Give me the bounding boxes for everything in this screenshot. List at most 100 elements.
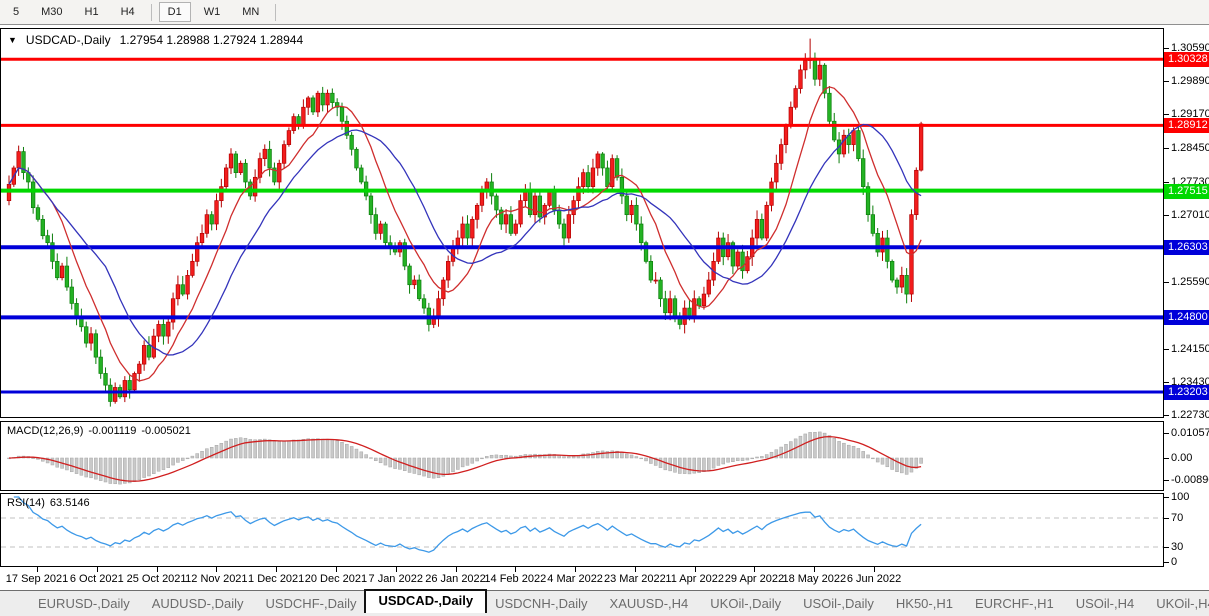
timeframe-button-h1[interactable]: H1 <box>76 2 108 22</box>
date-tick-mark <box>216 567 217 572</box>
date-label: 20 Dec 2021 <box>305 573 367 585</box>
date-label: 23 Mar 2022 <box>604 573 666 585</box>
rsi-line <box>14 497 921 552</box>
timeframe-button-w1[interactable]: W1 <box>195 2 230 22</box>
tab-usdchf-daily[interactable]: USDCHF-,Daily <box>257 596 364 611</box>
macd-tick-mark <box>1164 458 1169 459</box>
rsi-value: 63.5146 <box>50 497 90 509</box>
date-tick-mark <box>575 567 576 572</box>
date-label: 4 Mar 2022 <box>547 573 603 585</box>
date-tick-mark <box>396 567 397 572</box>
date-tick-mark <box>456 567 457 572</box>
macd-tick-label: -0.00896 <box>1171 474 1209 486</box>
price-tick-label: 1.27010 <box>1171 209 1209 221</box>
date-tick-mark <box>814 567 815 572</box>
candles-layer <box>7 39 923 407</box>
tab-usdcnh-daily[interactable]: USDCNH-,Daily <box>487 596 595 611</box>
rsi-tick-label: 0 <box>1171 556 1177 568</box>
price-tick-label: 1.24150 <box>1171 343 1209 355</box>
tab-usdcad-daily[interactable]: USDCAD-,Daily <box>364 589 487 613</box>
level-badge-1.28912: 1.28912 <box>1164 118 1209 133</box>
date-label: 18 May 2022 <box>782 573 846 585</box>
date-tick-mark <box>97 567 98 572</box>
level-badge-1.27515: 1.27515 <box>1164 184 1209 199</box>
date-label: 12 Nov 2021 <box>185 573 247 585</box>
price-tick-mark <box>1164 114 1169 115</box>
tab-xauusd-h4[interactable]: XAUUSD-,H4 <box>602 596 697 611</box>
macd-main-value: -0.001119 <box>88 425 136 437</box>
tab-ukoil-h4[interactable]: UKOil-,H4 <box>1148 596 1209 611</box>
rsi-tick-label: 70 <box>1171 512 1183 524</box>
tab-hk50-h1[interactable]: HK50-,H1 <box>888 596 961 611</box>
chart-symbol-label: USDCAD-,Daily <box>26 33 111 47</box>
date-tick-mark <box>695 567 696 572</box>
price-tick-mark <box>1164 415 1169 416</box>
chart-window: ▼ USDCAD-,Daily 1.27954 1.28988 1.27924 … <box>0 26 1209 590</box>
toolbar-separator <box>275 4 276 21</box>
tab-audusd-daily[interactable]: AUDUSD-,Daily <box>144 596 252 611</box>
price-tick-mark <box>1164 282 1169 283</box>
price-tick-mark <box>1164 182 1169 183</box>
price-tick-label: 1.22730 <box>1171 409 1209 421</box>
rsi-tick-label: 30 <box>1171 541 1183 553</box>
time-axis[interactable]: 17 Sep 20216 Oct 202125 Oct 202112 Nov 2… <box>0 566 1164 590</box>
ma-slow-line <box>9 125 921 356</box>
date-label: 11 Apr 2022 <box>665 573 724 585</box>
tab-eurusd-daily[interactable]: EURUSD-,Daily <box>30 596 138 611</box>
price-tick-mark <box>1164 349 1169 350</box>
date-label: 1 Dec 2021 <box>248 573 304 585</box>
macd-name: MACD(12,26,9) <box>7 425 83 437</box>
date-label: 26 Jan 2022 <box>425 573 486 585</box>
main-price-pane[interactable]: ▼ USDCAD-,Daily 1.27954 1.28988 1.27924 … <box>0 28 1164 418</box>
date-label: 17 Sep 2021 <box>6 573 68 585</box>
date-tick-mark <box>276 567 277 572</box>
timeframe-button-m30[interactable]: M30 <box>32 2 71 22</box>
rsi-tick-mark <box>1164 518 1169 519</box>
chart-title: ▼ USDCAD-,Daily 1.27954 1.28988 1.27924 … <box>8 33 303 47</box>
tab-usoil-daily[interactable]: USOil-,Daily <box>795 596 882 611</box>
price-axis[interactable]: 1.305901.298901.291701.284501.277301.270… <box>1164 26 1209 590</box>
date-tick-mark <box>874 567 875 572</box>
date-tick-mark <box>515 567 516 572</box>
date-label: 6 Jun 2022 <box>847 573 901 585</box>
price-tick-mark <box>1164 81 1169 82</box>
macd-tick-label: 0.010578 <box>1171 427 1209 439</box>
price-tick-mark <box>1164 148 1169 149</box>
macd-pane[interactable]: MACD(12,26,9)-0.001119-0.005021 <box>0 421 1164 491</box>
level-badge-1.26303: 1.26303 <box>1164 240 1209 255</box>
rsi-tick-mark <box>1164 547 1169 548</box>
price-tick-mark <box>1164 48 1169 49</box>
macd-tick-mark <box>1164 480 1169 481</box>
date-tick-mark <box>754 567 755 572</box>
rsi-chart[interactable] <box>1 494 1163 566</box>
tab-ukoil-daily[interactable]: UKOil-,Daily <box>702 596 789 611</box>
timeframe-button-d1[interactable]: D1 <box>159 2 191 22</box>
timeframe-button-5[interactable]: 5 <box>4 2 28 22</box>
date-label: 7 Jan 2022 <box>369 573 423 585</box>
tab-eurchf-h1[interactable]: EURCHF-,H1 <box>967 596 1062 611</box>
price-tick-mark <box>1164 382 1169 383</box>
price-tick-label: 1.29890 <box>1171 75 1209 87</box>
symbol-dropdown-icon[interactable]: ▼ <box>8 35 17 45</box>
timeframe-toolbar: 5M30H1H4 D1W1MN <box>0 0 1209 25</box>
macd-label: MACD(12,26,9)-0.001119-0.005021 <box>7 425 196 437</box>
date-tick-mark <box>37 567 38 572</box>
macd-tick-label: 0.00 <box>1171 452 1192 464</box>
timeframe-button-mn[interactable]: MN <box>233 2 268 22</box>
rsi-tick-label: 100 <box>1171 491 1189 503</box>
level-badge-1.30328: 1.30328 <box>1164 52 1209 67</box>
price-tick-label: 1.28450 <box>1171 142 1209 154</box>
candlestick-chart[interactable] <box>1 29 1163 417</box>
toolbar-separator <box>151 4 152 21</box>
timeframe-button-h4[interactable]: H4 <box>112 2 144 22</box>
date-tick-mark <box>336 567 337 572</box>
rsi-tick-mark <box>1164 562 1169 563</box>
date-label: 25 Oct 2021 <box>127 573 187 585</box>
symbol-tabs-bar: EURUSD-,DailyAUDUSD-,DailyUSDCHF-,DailyU… <box>0 590 1209 616</box>
rsi-label: RSI(14) 63.5146 <box>7 497 95 509</box>
rsi-pane[interactable]: RSI(14) 63.5146 <box>0 493 1164 567</box>
tab-usoil-h4[interactable]: USOil-,H4 <box>1068 596 1143 611</box>
date-label: 6 Oct 2021 <box>70 573 124 585</box>
price-tick-mark <box>1164 215 1169 216</box>
rsi-name: RSI(14) <box>7 497 45 509</box>
